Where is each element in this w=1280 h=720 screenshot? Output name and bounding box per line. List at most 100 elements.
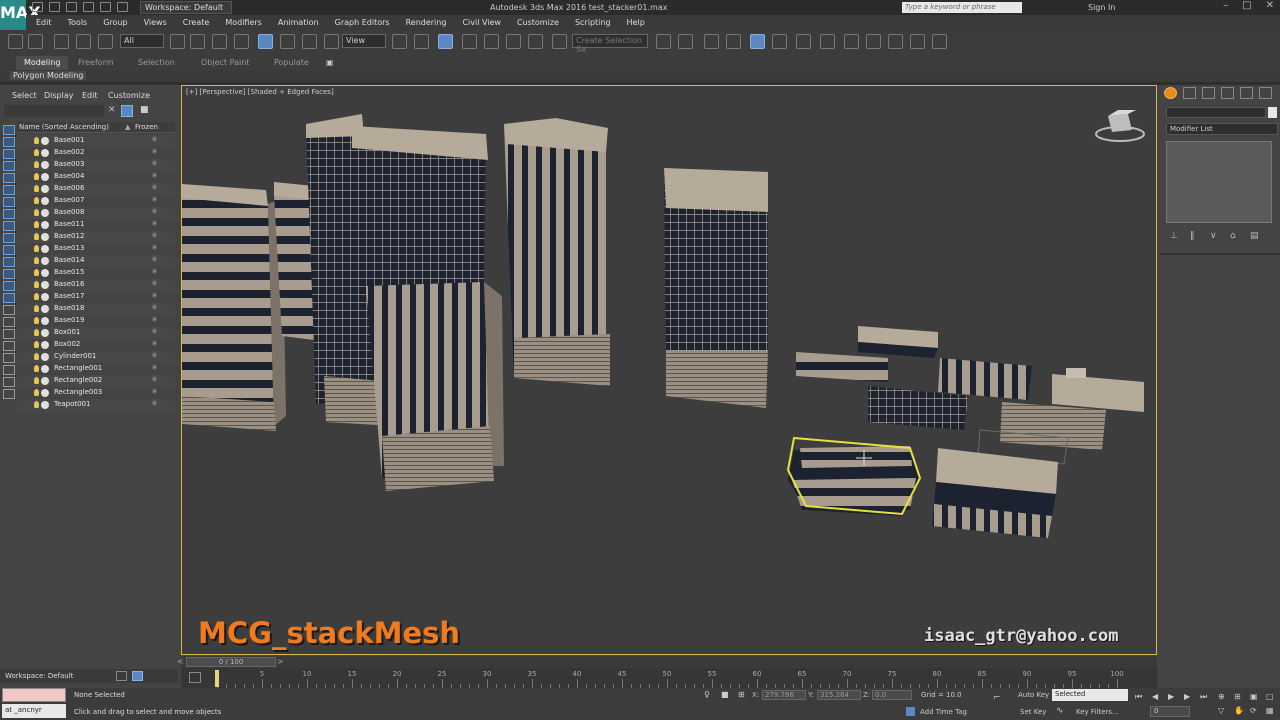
close-icon[interactable]: ✕: [1266, 0, 1274, 11]
curve-editor-icon[interactable]: [772, 34, 787, 49]
zoom-icon[interactable]: ⊕: [1218, 692, 1227, 701]
toggle-layer-explorer-icon[interactable]: [726, 34, 741, 49]
minimize-icon[interactable]: –: [1223, 0, 1228, 11]
select-invert-icon[interactable]: [3, 353, 15, 363]
object-color-swatch[interactable]: [1268, 107, 1277, 118]
snowflake-icon[interactable]: ✳: [151, 387, 158, 396]
restore-icon[interactable]: □: [1242, 0, 1251, 11]
column-name-header[interactable]: Name (Sorted Ascending): [19, 123, 109, 131]
configure-modifier-sets-icon[interactable]: ▤: [1250, 231, 1260, 241]
save-file-icon[interactable]: [66, 2, 77, 12]
undo-icon[interactable]: [8, 34, 23, 49]
display-groups-icon[interactable]: [3, 221, 15, 231]
snowflake-icon[interactable]: ✳: [151, 231, 158, 240]
menu-rendering[interactable]: Rendering: [396, 15, 453, 30]
menu-scripting[interactable]: Scripting: [565, 15, 617, 30]
object-name-field[interactable]: [1166, 107, 1266, 118]
search-input[interactable]: Type a keyword or phrase: [902, 2, 1022, 13]
selection-filter-dropdown[interactable]: All: [120, 34, 164, 48]
light-bulb-icon[interactable]: [34, 305, 39, 312]
project-folder-icon[interactable]: [117, 2, 128, 12]
x-coord-field[interactable]: 279.786: [762, 690, 806, 700]
snowflake-icon[interactable]: ✳: [151, 291, 158, 300]
list-item[interactable]: Base017 ✳: [17, 291, 175, 303]
snowflake-icon[interactable]: ✳: [151, 375, 158, 384]
tab-object-paint[interactable]: Object Paint: [193, 56, 257, 70]
snowflake-icon[interactable]: ✳: [151, 243, 158, 252]
lock-icon[interactable]: ■: [140, 105, 149, 115]
list-item[interactable]: Box002 ✳: [17, 339, 175, 351]
explorer-workspace-label[interactable]: Workspace: Default: [5, 672, 73, 680]
pin-stack-icon[interactable]: ⊥: [1170, 231, 1180, 241]
sign-in-link[interactable]: Sign In: [1088, 3, 1115, 12]
redo-icon[interactable]: [100, 2, 111, 12]
render-production-icon[interactable]: [888, 34, 903, 49]
menu-help[interactable]: Help: [617, 15, 651, 30]
add-time-tag[interactable]: Add Time Tag: [920, 708, 967, 716]
select-all-icon[interactable]: [3, 329, 15, 339]
time-tag-icon[interactable]: [906, 707, 915, 716]
create-tab-icon[interactable]: [1164, 87, 1177, 99]
transform-mode-icon[interactable]: ⊞: [738, 690, 745, 699]
named-selection-dropdown[interactable]: Create Selection Se: [572, 34, 648, 54]
go-to-end-icon[interactable]: ⏭: [1200, 692, 1209, 701]
auto-expand-icon[interactable]: [3, 377, 15, 387]
utilities-tab-icon[interactable]: [1259, 87, 1272, 99]
current-frame-field[interactable]: 0: [1150, 706, 1190, 717]
modifier-stack[interactable]: [1166, 141, 1272, 223]
list-item[interactable]: Rectangle003 ✳: [17, 387, 175, 399]
time-slider-handle[interactable]: 0 / 100: [186, 657, 276, 667]
snowflake-icon[interactable]: ✳: [151, 183, 158, 192]
unlink-icon[interactable]: [76, 34, 91, 49]
light-bulb-icon[interactable]: [34, 245, 39, 252]
ribbon-options-icon[interactable]: ▣: [318, 56, 342, 70]
menu-animation[interactable]: Animation: [268, 15, 325, 30]
explorer-menu-edit[interactable]: Edit: [82, 91, 98, 100]
list-item[interactable]: Cylinder001 ✳: [17, 351, 175, 363]
light-bulb-icon[interactable]: [34, 329, 39, 336]
snowflake-icon[interactable]: ✳: [151, 255, 158, 264]
current-frame-marker[interactable]: [215, 670, 219, 687]
menu-tools[interactable]: Tools: [58, 15, 94, 30]
snowflake-icon[interactable]: ✳: [151, 219, 158, 228]
pan-view-icon[interactable]: ✋: [1234, 706, 1244, 715]
select-and-scale-icon[interactable]: [302, 34, 317, 49]
window-crossing-icon[interactable]: [234, 34, 249, 49]
display-cameras-icon[interactable]: [3, 185, 15, 195]
list-item[interactable]: Base011 ✳: [17, 219, 175, 231]
track-bar[interactable]: 0510152025303540455055606570758085909510…: [181, 668, 1157, 688]
light-bulb-icon[interactable]: [34, 353, 39, 360]
snowflake-icon[interactable]: ✳: [151, 147, 158, 156]
list-item[interactable]: Base003 ✳: [17, 159, 175, 171]
zoom-extents-icon[interactable]: ▣: [1250, 692, 1259, 701]
toggle-ribbon-icon[interactable]: [750, 34, 765, 49]
mini-curve-editor-icon[interactable]: [189, 672, 201, 683]
sync-selection-icon[interactable]: [3, 365, 15, 375]
light-bulb-icon[interactable]: [34, 161, 39, 168]
viewcube-icon[interactable]: [1095, 110, 1145, 142]
explorer-menu-select[interactable]: Select: [12, 91, 37, 100]
select-and-move-icon[interactable]: [258, 34, 273, 49]
light-bulb-icon[interactable]: [34, 269, 39, 276]
snowflake-icon[interactable]: ✳: [151, 399, 158, 408]
list-item[interactable]: Base019 ✳: [17, 315, 175, 327]
render-in-cloud-icon[interactable]: [910, 34, 925, 49]
menu-customize[interactable]: Customize: [507, 15, 565, 30]
tab-selection[interactable]: Selection: [130, 56, 183, 70]
bind-space-warp-icon[interactable]: [98, 34, 113, 49]
display-lights-icon[interactable]: [3, 173, 15, 183]
undo-icon[interactable]: [83, 2, 94, 12]
remove-modifier-icon[interactable]: ⌂: [1230, 231, 1240, 241]
list-item[interactable]: Base015 ✳: [17, 267, 175, 279]
maximize-viewport-icon[interactable]: □: [1266, 692, 1275, 701]
snowflake-icon[interactable]: ✳: [151, 159, 158, 168]
list-item[interactable]: Base008 ✳: [17, 207, 175, 219]
y-coord-field[interactable]: 315.284: [817, 690, 861, 700]
light-bulb-icon[interactable]: [34, 365, 39, 372]
auto-key-button[interactable]: Auto Key: [1018, 691, 1049, 699]
selection-lock-icon[interactable]: ■: [721, 690, 729, 699]
viewport-label[interactable]: [+] [Perspective] [Shaded + Edged Faces]: [186, 88, 334, 96]
sort-ascending-icon[interactable]: ▲: [125, 123, 130, 131]
explorer-search-input[interactable]: [4, 105, 104, 117]
snaps-toggle-icon[interactable]: [462, 34, 477, 49]
